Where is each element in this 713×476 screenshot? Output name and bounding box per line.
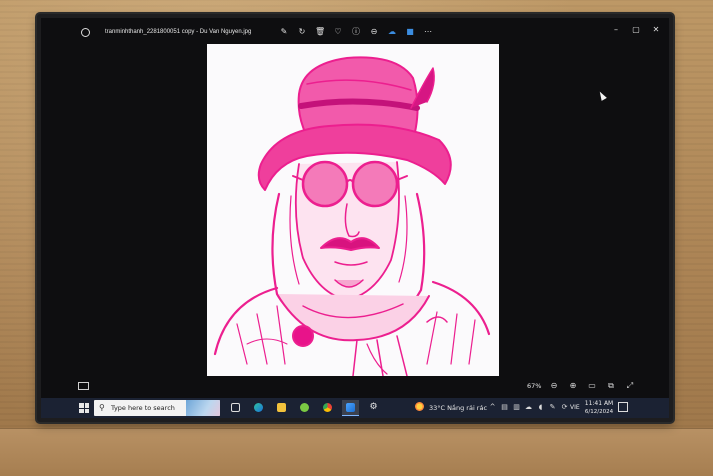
search-highlight-art (186, 400, 220, 416)
viewer-toolbar: ✎ ↻ 🗑 ♡ ⓘ ⊖ ☁ ■ ⋯ (279, 27, 433, 37)
cloud-icon[interactable]: ☁ (387, 27, 397, 37)
rotate-icon[interactable]: ↻ (297, 27, 307, 37)
edit-icon[interactable]: ✎ (279, 27, 289, 37)
clock-time: 11:41 AM (584, 400, 614, 407)
task-view-icon[interactable] (227, 400, 244, 416)
crop-icon[interactable]: ⊖ (369, 27, 379, 37)
zoom-bar: 67% ⊖ ⊕ ▭ ⧉ ⤢ (41, 378, 669, 396)
pen-icon[interactable]: ✎ (549, 403, 556, 412)
minimize-icon[interactable]: – (609, 24, 623, 36)
edge-icon[interactable] (250, 400, 267, 416)
search-icon: ⚲ (99, 403, 105, 412)
clipchamp-icon[interactable]: ■ (405, 27, 415, 37)
file-explorer-icon[interactable] (273, 400, 290, 416)
zoom-controls: ⊖ ⊕ ▭ ⧉ ⤢ (549, 381, 635, 391)
clock-date: 6/12/2024 (584, 409, 614, 415)
displayed-image (207, 44, 499, 376)
zoom-in-icon[interactable]: ⊕ (568, 381, 578, 391)
info-icon[interactable]: ⓘ (351, 27, 361, 37)
weather-text[interactable]: 33°C Nắng rải rác (429, 404, 487, 412)
windows-taskbar: ⚲ Type here to search ⚙ 33°C Nắng rải rá… (41, 398, 669, 418)
wall-trim (0, 428, 713, 476)
portrait-sketch (213, 56, 491, 376)
app-icon[interactable] (296, 400, 313, 416)
favorite-icon[interactable]: ♡ (333, 27, 343, 37)
tray-icons: ^ ▤ ▥ ☁ ◖ ✎ ⟳ (489, 403, 568, 412)
close-icon[interactable]: ✕ (649, 24, 663, 36)
start-button[interactable] (79, 403, 89, 413)
zoom-out-icon[interactable]: ⊖ (549, 381, 559, 391)
volume-icon[interactable]: ◖ (537, 403, 544, 412)
update-icon[interactable]: ⟳ (561, 403, 568, 412)
maximize-icon[interactable]: ▢ (629, 24, 643, 36)
cloud-tray-icon[interactable]: ☁ (525, 403, 532, 412)
zoom-level: 67% (527, 382, 542, 390)
settings-icon[interactable]: ⚙ (365, 400, 382, 416)
mouse-cursor-icon (597, 90, 607, 101)
fullscreen-icon[interactable]: ⤢ (625, 381, 635, 391)
chrome-icon[interactable] (319, 400, 336, 416)
language-indicator[interactable]: VIE (570, 404, 580, 411)
search-box[interactable]: ⚲ Type here to search (94, 400, 220, 416)
delete-icon[interactable]: 🗑 (315, 27, 325, 37)
actual-size-icon[interactable]: ⧉ (606, 381, 616, 391)
taskbar-apps: ⚙ (227, 400, 382, 416)
keyboard-icon[interactable]: ▤ (501, 403, 508, 412)
search-placeholder: Type here to search (111, 404, 175, 412)
weather-sun-icon[interactable] (415, 402, 424, 411)
more-icon[interactable]: ⋯ (423, 27, 433, 37)
photos-icon[interactable] (342, 400, 359, 416)
file-name: tranminhthanh_2281800051 copy - Du Van N… (105, 29, 252, 35)
photos-window: tranminhthanh_2281800051 copy - Du Van N… (41, 18, 669, 418)
clock[interactable]: 11:41 AM 6/12/2024 (584, 400, 614, 416)
network-icon[interactable]: ▥ (513, 403, 520, 412)
fit-to-window-icon[interactable]: ▭ (587, 381, 597, 391)
chevron-up-icon[interactable]: ^ (489, 403, 496, 412)
filmstrip-icon[interactable] (78, 382, 89, 390)
photos-app-icon (81, 28, 90, 37)
notifications-icon[interactable] (618, 402, 628, 412)
window-controls: – ▢ ✕ (609, 24, 663, 36)
